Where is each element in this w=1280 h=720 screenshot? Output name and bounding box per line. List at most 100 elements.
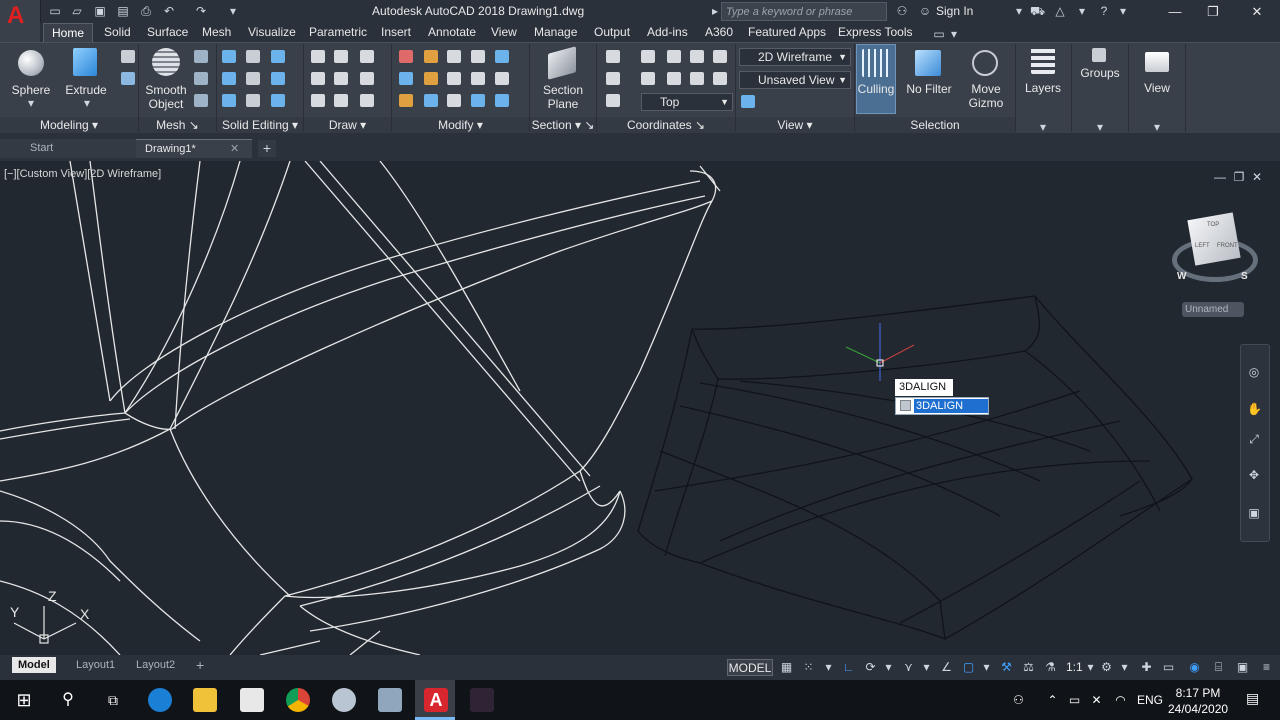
language-indicator[interactable]: ENG	[1137, 693, 1163, 707]
units-icon[interactable]: ▭	[1162, 661, 1175, 674]
subtract-icon[interactable]	[222, 72, 236, 85]
no-filter-button[interactable]: No Filter	[903, 82, 955, 96]
sphere-button[interactable]: Sphere	[8, 83, 54, 97]
customize-qat-icon[interactable]: ▾	[226, 4, 240, 18]
new-tab-button[interactable]: +	[258, 140, 276, 157]
extrude-faces-icon[interactable]	[271, 72, 285, 85]
auto-scale-icon[interactable]: ⚖	[1022, 661, 1035, 674]
ucs-origin-icon[interactable]	[606, 72, 620, 85]
compass-south[interactable]: S	[1241, 271, 1248, 282]
polyline-icon[interactable]	[334, 50, 348, 63]
tab-annotate[interactable]: Annotate	[428, 23, 476, 42]
trim-icon[interactable]	[399, 50, 413, 63]
circle-icon[interactable]	[360, 72, 374, 85]
view-button[interactable]: View	[1133, 81, 1181, 95]
search-input[interactable]: Type a keyword or phrase	[721, 2, 887, 21]
layers-button[interactable]: Layers	[1019, 81, 1067, 95]
move-gizmo-icon[interactable]	[972, 50, 998, 76]
chrome-icon[interactable]	[286, 688, 310, 712]
culling-button[interactable]: Culling	[856, 82, 896, 96]
chevron-down-icon[interactable]: ▾	[947, 27, 961, 41]
extract-edges-icon[interactable]	[271, 50, 285, 63]
culling-icon[interactable]	[862, 49, 890, 77]
chevron-down-icon[interactable]: ▾	[1150, 120, 1164, 134]
network-app-icon[interactable]	[378, 688, 402, 712]
start-tab[interactable]: Start	[0, 139, 136, 158]
tab-express-tools[interactable]: Express Tools	[838, 23, 912, 42]
named-view-dropdown[interactable]: Unsaved View ▼	[739, 71, 851, 89]
orbit-icon[interactable]: ✥	[1247, 468, 1261, 482]
close-icon[interactable]: ✕	[1234, 2, 1280, 22]
panel-draw[interactable]: Draw ▾	[304, 117, 391, 133]
fillet-icon[interactable]	[399, 72, 413, 85]
plot-icon[interactable]: ⎙	[139, 4, 153, 18]
scale-icon[interactable]	[495, 72, 509, 85]
paint-icon[interactable]	[332, 688, 356, 712]
chevron-down-icon[interactable]: ▾	[980, 661, 993, 674]
people-icon[interactable]: ⚇	[1012, 694, 1025, 707]
polar-icon[interactable]: ⟳	[864, 661, 877, 674]
viewport-config-icon[interactable]	[741, 95, 755, 108]
stretch-icon[interactable]	[447, 94, 461, 107]
customization-menu-icon[interactable]: ≡	[1260, 661, 1273, 674]
interfere-icon[interactable]	[246, 72, 260, 85]
compass-west[interactable]: W	[1177, 271, 1186, 282]
snap-icon[interactable]: ⁙	[802, 661, 815, 674]
chevron-down-icon[interactable]: ▾	[80, 96, 94, 110]
ucs-icon[interactable]	[606, 50, 620, 63]
pan-icon[interactable]: ✋	[1247, 402, 1262, 416]
ucs-face-icon[interactable]	[690, 72, 704, 85]
ucs-zaxis-icon[interactable]	[606, 94, 620, 107]
ucs-x-icon[interactable]	[667, 50, 681, 63]
panel-section[interactable]: Section ▾ ↘	[530, 117, 596, 133]
slice-icon[interactable]	[246, 50, 260, 63]
align-icon[interactable]	[495, 50, 509, 63]
ortho-icon[interactable]: ∟	[842, 661, 855, 674]
save-icon[interactable]: ▣	[93, 4, 107, 18]
extrude-button[interactable]: Extrude	[62, 83, 110, 97]
new-layout-button[interactable]: +	[196, 657, 204, 673]
groups-icon[interactable]	[1092, 48, 1106, 62]
file-explorer-icon[interactable]	[193, 688, 217, 712]
chevron-down-icon[interactable]: ▾	[1118, 661, 1131, 674]
panel-modify[interactable]: Modify ▾	[392, 117, 529, 133]
application-menu-button[interactable]: A	[0, 0, 41, 42]
erase-icon[interactable]	[399, 94, 413, 107]
chevron-down-icon[interactable]: ▾	[1012, 4, 1026, 18]
mirror-icon[interactable]	[471, 72, 485, 85]
3d-move-icon[interactable]	[471, 50, 485, 63]
panel-modeling[interactable]: Modeling ▾	[0, 117, 138, 133]
isodraft-icon[interactable]: ⋎	[902, 661, 915, 674]
panel-view[interactable]: View ▾	[736, 117, 854, 133]
annotation-scale-icon[interactable]: ⚗	[1044, 661, 1057, 674]
ucs-3point-icon[interactable]	[641, 72, 655, 85]
tab-a360[interactable]: A360	[705, 23, 733, 42]
chevron-down-icon[interactable]: ▾	[24, 96, 38, 110]
drawing-tab[interactable]: Drawing1* ✕	[136, 139, 252, 158]
viewcube-front-face[interactable]: FRONT	[1217, 243, 1238, 249]
no-filter-icon[interactable]	[915, 50, 941, 76]
new-file-icon[interactable]: ▭	[48, 4, 62, 18]
spline-icon[interactable]	[311, 72, 325, 85]
ellipse-icon[interactable]	[360, 94, 374, 107]
a360-icon[interactable]: △	[1053, 4, 1067, 18]
smooth-object-button[interactable]: Smooth Object	[140, 83, 192, 111]
polysolid-icon[interactable]	[121, 72, 135, 85]
command-suggestion-item[interactable]: 3DALIGN	[914, 399, 988, 413]
close-icon[interactable]: ✕	[230, 140, 239, 158]
chevron-down-icon[interactable]: ▾	[1075, 4, 1089, 18]
line-icon[interactable]	[311, 50, 325, 63]
mesh-icon[interactable]	[194, 94, 208, 107]
clean-screen-icon[interactable]: ▣	[1236, 661, 1249, 674]
imprint-icon[interactable]	[246, 94, 260, 107]
open-file-icon[interactable]: ▱	[70, 4, 84, 18]
ucs-world-icon[interactable]	[641, 50, 655, 63]
3d-rotate-icon[interactable]	[424, 72, 438, 85]
binoculars-icon[interactable]: ⚇	[895, 4, 909, 18]
tab-insert[interactable]: Insert	[381, 23, 411, 42]
media-app-icon[interactable]	[470, 688, 494, 712]
user-icon[interactable]: ☺	[918, 4, 932, 18]
groups-button[interactable]: Groups	[1076, 66, 1124, 80]
steering-wheel-icon[interactable]: ◎	[1247, 365, 1261, 379]
chevron-up-icon[interactable]: ⌃	[1046, 694, 1059, 707]
